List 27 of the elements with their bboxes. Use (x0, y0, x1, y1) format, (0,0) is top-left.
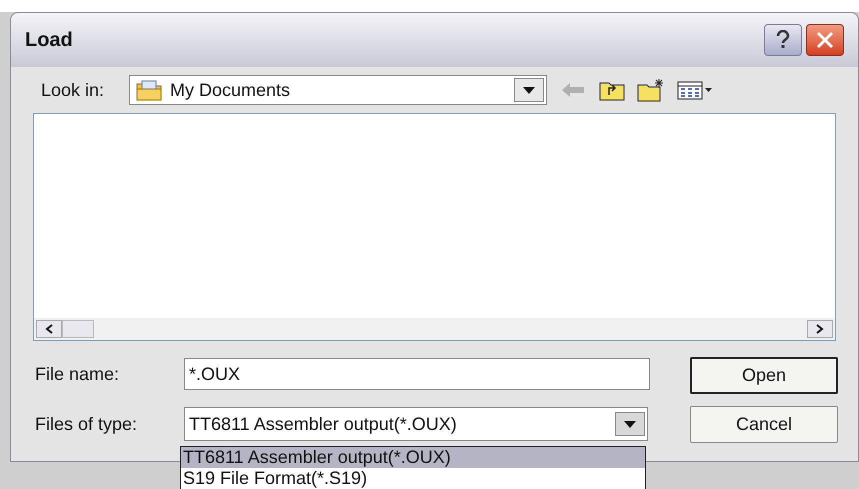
files-of-type-label: Files of type: (35, 412, 138, 436)
scroll-left-button[interactable] (36, 320, 62, 338)
caret-icon (523, 86, 535, 94)
look-in-value: My Documents (170, 78, 292, 102)
scroll-right-button[interactable] (807, 320, 833, 338)
file-name-label: File name: (35, 362, 120, 386)
caret-icon (624, 420, 636, 428)
dropdown-arrow-button[interactable] (514, 78, 544, 102)
close-button[interactable] (806, 24, 844, 56)
question-icon (776, 30, 790, 50)
close-icon (816, 31, 834, 49)
new-folder-icon[interactable] (637, 78, 665, 102)
look-in-dropdown[interactable]: My Documents (129, 75, 547, 105)
help-button[interactable] (764, 24, 802, 56)
horizontal-scrollbar[interactable] (34, 318, 835, 340)
files-of-type-dropdown[interactable]: TT6811 Assembler output(*.OUX) (184, 407, 648, 441)
file-type-option[interactable]: TT6811 Assembler output(*.OUX) (181, 447, 645, 468)
window-title: Load (25, 28, 74, 53)
view-menu-icon[interactable] (677, 80, 713, 100)
look-in-label: Look in: (41, 78, 106, 102)
folder-icon (136, 79, 162, 101)
file-name-field[interactable]: *.OUX (184, 358, 650, 390)
files-of-type-value: TT6811 Assembler output(*.OUX) (189, 412, 458, 436)
scroll-thumb[interactable] (62, 320, 94, 338)
cancel-button[interactable]: Cancel (690, 406, 838, 443)
dropdown-arrow-button[interactable] (615, 412, 645, 436)
open-button[interactable]: Open (690, 357, 838, 394)
